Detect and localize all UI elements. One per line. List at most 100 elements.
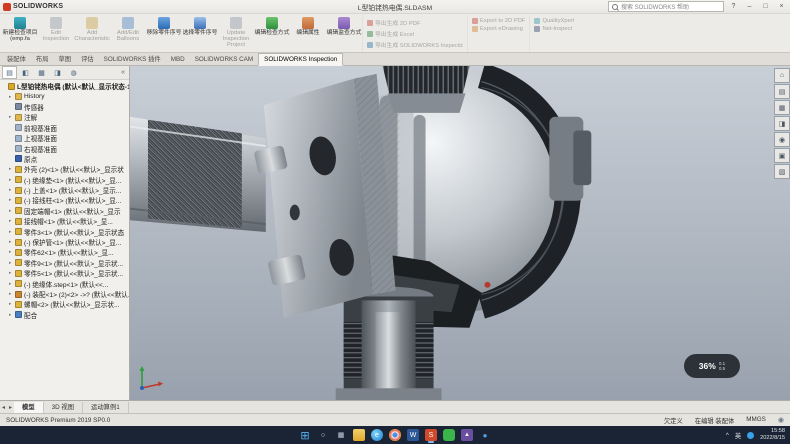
ribbon-button[interactable]: 移除零件序号 [146,15,182,52]
export-label: QualityXpert [542,18,574,24]
model-red-marker[interactable] [484,282,490,288]
model-top-threads[interactable] [383,66,470,113]
ribbon-small-button[interactable]: Export eDrawing [472,26,525,32]
tree-item[interactable]: ▸ (-) 接线柱<1> (默认<<默认>_显... [0,195,129,205]
clock[interactable]: 15:58 2022/8/15 [760,428,785,441]
view-tab[interactable]: 模型 [14,402,44,413]
command-tab[interactable]: 评估 [76,54,99,65]
panel-tab[interactable]: ◧ [18,66,33,79]
tree-item[interactable]: 前视基准面 [0,123,129,133]
tree-item-label: (-) 接线柱<1> (默认<<默认>_显... [24,195,121,205]
command-tab[interactable]: SOLIDWORKS 插件 [99,54,166,65]
tree-item[interactable]: ▸ (-) 绝缘体.step<1> (默认<<... [0,278,129,288]
taskbar-icon[interactable]: ● [479,429,491,441]
scroll-left-icon[interactable]: ◂ [0,404,7,411]
panel-tab[interactable]: ▤ [2,66,17,79]
task-pane-tab[interactable]: ▧ [774,164,790,179]
taskbar-icon[interactable]: W [407,429,419,441]
taskbar-icon[interactable]: ⊞ [299,429,311,441]
task-pane-tab[interactable]: ◉ [774,132,790,147]
ribbon-button[interactable]: 编辑检查方式 [254,15,290,52]
tree-item[interactable]: 传感器 [0,102,129,112]
command-tab[interactable]: 装配体 [2,54,31,65]
view-tab[interactable]: 运动算例1 [83,402,129,413]
ribbon-button[interactable]: Update Inspection Project [218,15,254,52]
tree-item[interactable]: ▸ 接线帽<1> (默认<<默认>_显... [0,216,129,226]
command-tab-label: MBD [171,56,185,63]
taskbar-icon[interactable]: e [371,429,383,441]
command-tab-strip: 装配体 布局 草图 评估 SOLIDWORKS 插件 MBD SOLIDWO [0,53,790,66]
ribbon-small-button[interactable]: 导出生成 Excel [367,29,463,38]
command-tab[interactable]: 布局 [31,54,54,65]
task-pane-tab[interactable]: ▤ [774,84,790,99]
tree-item[interactable]: ▸ 螺帽<2> (默认<<默认>_显示状... [0,299,129,309]
tree-item[interactable]: L型铂铑热电偶 (默认<默认_显示状态-1> [0,81,129,91]
ribbon-small-button[interactable]: 导出生成 2D PDF [367,18,463,27]
taskbar-icon[interactable] [353,429,365,441]
tree-item[interactable]: ▸ 外壳 (2)<1> (默认<<默认>_显示状 [0,164,129,174]
search-input[interactable]: 搜索 SOLIDWORKS 帮助 [608,1,724,12]
ime-indicator[interactable]: 英 [735,431,741,440]
tree-item[interactable]: ▸ 配合 [0,310,129,320]
tree-item[interactable]: ▸ (-) 绝缘垫<1> (默认<<默认>_显... [0,175,129,185]
ribbon-button[interactable]: 新建检查项目 (emp.fa [2,15,38,52]
ribbon-button-label: 编辑监查方式 [327,30,362,36]
maximize-button[interactable]: □ [759,1,772,12]
tree-item[interactable]: ▸ 零件5<1> (默认<<默认>_显示状... [0,268,129,278]
model-canvas[interactable] [130,66,790,400]
task-pane-tab[interactable]: ⌂ [774,68,790,83]
tree-item[interactable]: 右视基准面 [0,143,129,153]
ribbon-button-icon [14,17,26,29]
panel-tab[interactable]: ▦ [34,66,49,79]
tree-item[interactable]: ▸ 零件3<1> (默认<<默认>_显示状态 [0,226,129,236]
ribbon-small-button[interactable]: Export to 2D PDF [472,18,525,24]
tree-item[interactable]: ▸ 固定端帽<1> (默认<<默认>_显示 [0,206,129,216]
tree-item[interactable]: ▸ (-) 保护管<1> (默认<<默认>_显... [0,237,129,247]
panel-pin-icon[interactable]: « [121,69,127,76]
taskbar-icon[interactable] [443,429,455,441]
command-tab[interactable]: 草图 [53,54,76,65]
scroll-right-icon[interactable]: ▸ [7,404,14,411]
graphics-viewport[interactable]: ⌂ ▤ ▦ ◨ ◉ [130,66,790,400]
tree-item[interactable]: ▸ 零件9<1> (默认<<默认>_显示状... [0,258,129,268]
help-button[interactable]: ? [727,1,740,12]
ribbon-button[interactable]: 编辑属性 [290,15,326,52]
ribbon-button[interactable]: 编辑监查方式 [326,15,362,52]
task-pane-tab[interactable]: ◨ [774,116,790,131]
close-button[interactable]: × [775,1,788,12]
tree-item[interactable]: ▸ 零件62<1> (默认<<默认>_显... [0,247,129,257]
tray-chevron-icon[interactable]: ^ [726,432,729,439]
tree-item[interactable]: ▸ (-) 装配<1> (2)<2> ->? (默认<<默认... [0,289,129,299]
tree-item[interactable]: 上视基准面 [0,133,129,143]
command-tab[interactable]: SOLIDWORKS CAM [190,54,258,65]
ribbon-small-button[interactable]: Net-Inspect [534,26,574,32]
taskbar-icon[interactable]: ▦ [335,429,347,441]
command-tab[interactable]: SOLIDWORKS Inspection [258,53,343,66]
ribbon-small-button[interactable]: 导出生成 SOLIDWORKS Inspection 项目 [367,40,463,49]
model-bottom-cylinder[interactable] [336,287,442,400]
status-custom-icon[interactable]: ◉ [778,416,784,424]
tree-item[interactable]: ▸ History [0,91,129,101]
ribbon-button[interactable]: Add/Edit Balloons [110,15,146,52]
tree-item[interactable]: 原点 [0,154,129,164]
taskbar-icon[interactable] [389,429,401,441]
panel-tab[interactable]: ◍ [66,66,81,79]
tray-app-icon[interactable] [747,432,754,439]
model-flange[interactable] [254,74,396,318]
taskbar-icon[interactable]: S [425,429,437,441]
command-tab[interactable]: MBD [166,54,190,65]
view-tab[interactable]: 3D 视图 [44,402,83,413]
tree-item-label: 传感器 [24,102,44,112]
panel-tab[interactable]: ◨ [50,66,65,79]
task-pane-tab[interactable]: ▦ [774,100,790,115]
tree-item[interactable]: ▸ 注解 [0,112,129,122]
ribbon-button[interactable]: 选择零件序号 [182,15,218,52]
task-pane-tab[interactable]: ▣ [774,148,790,163]
ribbon-small-button[interactable]: QualityXpert [534,18,574,24]
taskbar-icon[interactable]: ▲ [461,429,473,441]
tree-item[interactable]: ▸ (-) 上盖<1> (默认<<默认>_显示... [0,185,129,195]
minimize-button[interactable]: – [743,1,756,12]
ribbon-button[interactable]: Add Characteristic [74,15,110,52]
taskbar-icon[interactable]: ○ [317,429,329,441]
ribbon-button[interactable]: Edit Inspection [38,15,74,52]
